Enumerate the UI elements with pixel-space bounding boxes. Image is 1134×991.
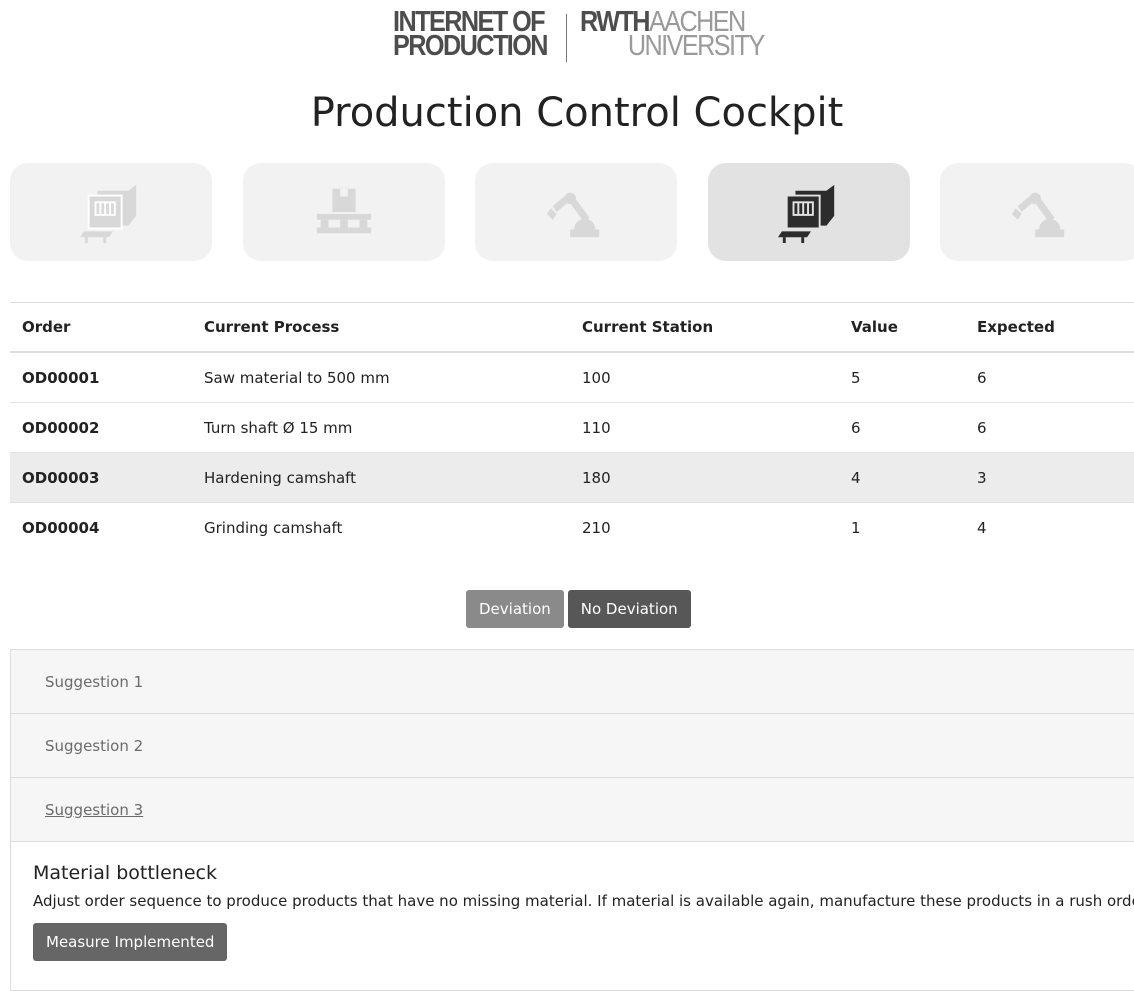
order-id: OD00002 bbox=[10, 402, 192, 453]
value: 1 bbox=[851, 518, 861, 537]
order-id: OD00004 bbox=[22, 518, 100, 537]
measure-implemented-button[interactable]: Measure Implemented bbox=[33, 923, 228, 961]
current-process: Hardening camshaft bbox=[192, 452, 570, 503]
order-id: OD00003 bbox=[10, 452, 192, 503]
no-deviation-button[interactable]: No Deviation bbox=[567, 590, 691, 628]
current-station: 180 bbox=[570, 452, 839, 503]
suggestion-3-panel: Material bottleneck Adjust order sequenc… bbox=[11, 842, 1134, 990]
column-header-current-station: Current Station bbox=[570, 302, 839, 353]
current-station: 100 bbox=[570, 352, 839, 403]
station-tile-4[interactable] bbox=[708, 163, 910, 261]
robot-arm-icon bbox=[546, 192, 600, 238]
machine-icon bbox=[80, 184, 137, 243]
deviation-toggle: Deviation No Deviation bbox=[466, 590, 691, 628]
suggestion-3-label[interactable]: Suggestion 3 bbox=[45, 801, 143, 819]
expected: 4 bbox=[977, 518, 987, 537]
table-row[interactable]: OD00002 Turn shaft Ø 15 mm 110 6 6 bbox=[10, 402, 1134, 453]
logo-divider bbox=[566, 14, 567, 62]
pallet-icon bbox=[316, 188, 372, 234]
value: 4 bbox=[839, 452, 965, 503]
page-title: Production Control Cockpit bbox=[310, 90, 844, 136]
expected: 6 bbox=[965, 352, 1134, 403]
current-station: 110 bbox=[570, 402, 839, 453]
station-tile-1[interactable] bbox=[10, 163, 212, 261]
table-row[interactable]: OD00004 Grinding camshaft 210 1 4 bbox=[10, 503, 1134, 553]
internet-of-production-logo: INTERNET OF PRODUCTION bbox=[393, 6, 549, 62]
table-header-row: Order Current Process Current Station Va… bbox=[10, 302, 1134, 353]
column-header-current-process: Current Process bbox=[192, 302, 570, 353]
order-id: OD00001 bbox=[10, 352, 192, 403]
suggestion-2-header[interactable]: Suggestion 2 bbox=[11, 714, 1134, 778]
column-header-order: Order bbox=[10, 302, 192, 353]
column-header-expected: Expected bbox=[965, 302, 1134, 353]
current-process: Saw material to 500 mm bbox=[192, 352, 570, 403]
expected: 3 bbox=[965, 452, 1134, 503]
table-row-highlighted[interactable]: OD00003 Hardening camshaft 180 4 3 bbox=[10, 452, 1134, 503]
header-logos: INTERNET OF PRODUCTION RWTHAACHEN UNIVER… bbox=[0, 6, 1134, 66]
orders-table: Order Current Process Current Station Va… bbox=[10, 302, 1134, 552]
table-row[interactable]: OD00001 Saw material to 500 mm 100 5 6 bbox=[10, 352, 1134, 403]
station-tiles bbox=[10, 163, 1134, 263]
expected: 6 bbox=[965, 402, 1134, 453]
suggestion-2-label: Suggestion 2 bbox=[45, 736, 144, 755]
suggestion-3-header[interactable]: Suggestion 3 bbox=[11, 778, 1134, 842]
column-header-value: Value bbox=[839, 302, 965, 353]
rwth-aachen-logo: RWTHAACHEN UNIVERSITY bbox=[580, 6, 765, 62]
suggestion-text: Adjust order sequence to produce product… bbox=[33, 892, 1134, 910]
value: 5 bbox=[839, 352, 965, 403]
suggestion-title: Material bottleneck bbox=[33, 862, 217, 884]
suggestion-1-header[interactable]: Suggestion 1 bbox=[11, 650, 1134, 714]
machine-icon bbox=[778, 184, 835, 243]
suggestions-accordion: Suggestion 1 Suggestion 2 Suggestion 3 M… bbox=[10, 649, 1134, 991]
robot-arm-icon bbox=[1011, 192, 1065, 238]
current-process: Grinding camshaft bbox=[204, 518, 343, 537]
deviation-button[interactable]: Deviation bbox=[466, 590, 564, 628]
current-station: 210 bbox=[582, 518, 611, 537]
station-tile-2[interactable] bbox=[243, 163, 445, 261]
current-process: Turn shaft Ø 15 mm bbox=[192, 402, 570, 453]
value: 6 bbox=[839, 402, 965, 453]
suggestion-1-label: Suggestion 1 bbox=[45, 672, 144, 691]
station-tile-5[interactable] bbox=[940, 163, 1134, 261]
station-tile-3[interactable] bbox=[475, 163, 677, 261]
